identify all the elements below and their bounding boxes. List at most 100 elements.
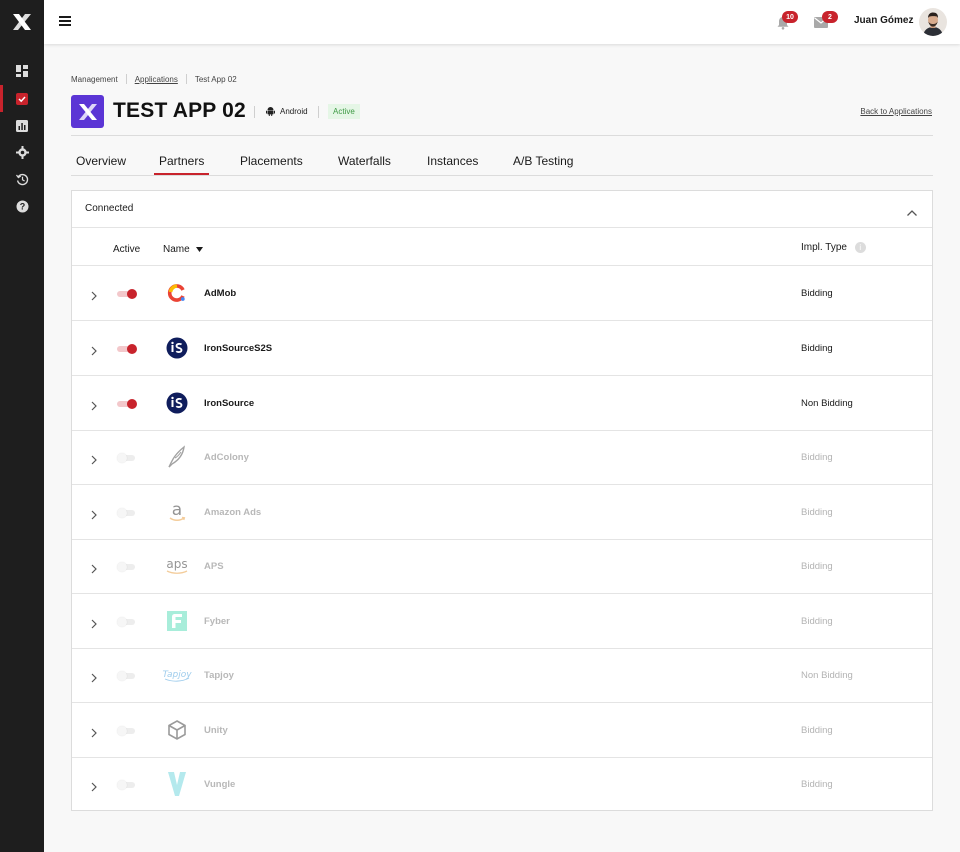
top-bar: 10 2 Juan Gómez [44,0,960,44]
chevron-right-icon[interactable] [89,670,99,683]
impl-type: Bidding [801,779,833,790]
dashboard-icon[interactable] [0,57,44,84]
table-row[interactable]: IronSource Non Bidding [72,376,932,431]
table-row[interactable]: IronSourceS2S Bidding [72,321,932,376]
panel-header[interactable]: Connected [72,191,932,228]
active-toggle[interactable] [117,780,137,790]
messages-count-badge: 2 [822,11,838,23]
adcolony-logo-icon [165,445,189,469]
active-toggle[interactable] [117,344,137,354]
partner-name: Unity [204,725,228,736]
active-toggle[interactable] [117,399,137,409]
x-brand-logo-icon[interactable] [0,0,44,44]
tab-placements[interactable]: Placements [240,154,303,168]
ironsource-logo-icon [165,336,189,360]
platform-indicator: Android [266,106,308,116]
impl-type: Bidding [801,507,833,518]
active-toggle[interactable] [117,726,137,736]
table-row[interactable]: Fyber Bidding [72,594,932,649]
breadcrumb-separator [125,74,127,84]
partner-name: Fyber [204,616,230,627]
chevron-right-icon[interactable] [89,288,99,301]
active-toggle[interactable] [117,671,137,681]
unity-logo-icon [165,718,189,742]
column-header-impl-type: Impl. Type i [801,242,866,253]
chevron-right-icon[interactable] [89,398,99,411]
tab-partners[interactable]: Partners [153,154,210,175]
messages-mail-icon[interactable]: 2 [814,11,838,31]
status-badge: Active [328,104,360,119]
chevron-right-icon[interactable] [89,725,99,738]
tab-instances[interactable]: Instances [427,154,478,168]
table-row[interactable]: AdColony Bidding [72,430,932,485]
active-toggle[interactable] [117,508,137,518]
tapjoy-logo-icon: Tapjoy [162,663,192,687]
impl-type: Bidding [801,616,833,627]
impl-type: Bidding [801,725,833,736]
user-name[interactable]: Juan Gómez [854,15,913,26]
table-row[interactable]: aps APS Bidding [72,539,932,594]
app-icon [71,95,104,128]
header-divider [254,106,255,118]
table-row[interactable]: AdMob Bidding [72,266,932,321]
amazon-logo-icon: a [165,500,189,524]
breadcrumb: Management Applications Test App 02 [71,74,237,84]
android-icon [266,107,275,116]
partner-name: APS [204,561,224,572]
table-row[interactable]: Tapjoy Tapjoy Non Bidding [72,648,932,703]
active-toggle[interactable] [117,562,137,572]
tab-overview[interactable]: Overview [76,154,126,168]
chevron-right-icon[interactable] [89,616,99,629]
impl-type: Bidding [801,452,833,463]
admob-logo-icon [165,281,189,305]
partner-name: AdMob [204,288,237,299]
chevron-right-icon[interactable] [89,507,99,520]
history-icon[interactable] [0,166,44,193]
svg-text:aps: aps [166,557,187,571]
sort-caret-down-icon[interactable] [196,246,204,252]
chevron-right-icon[interactable] [89,779,99,792]
fyber-logo-icon [165,609,189,633]
tab-waterfalls[interactable]: Waterfalls [338,154,391,168]
chevron-right-icon[interactable] [89,561,99,574]
active-toggle[interactable] [117,289,137,299]
page-title: TEST APP 02 [113,99,246,122]
breadcrumb-applications-link[interactable]: Applications [135,75,178,84]
chevron-right-icon[interactable] [89,343,99,356]
header-divider-line [71,135,933,136]
settings-gear-icon[interactable] [0,139,44,166]
active-toggle[interactable] [117,617,137,627]
analytics-icon[interactable] [0,112,44,139]
partner-name: Amazon Ads [204,507,262,518]
breadcrumb-separator [185,74,187,84]
breadcrumb-current: Test App 02 [194,74,237,84]
chevron-right-icon[interactable] [89,452,99,465]
avatar[interactable] [919,8,947,36]
chevron-up-icon[interactable] [906,204,918,216]
applications-icon[interactable] [0,85,44,112]
impl-type: Bidding [801,343,833,354]
table-header: Active Name Impl. Type i [72,228,932,266]
notifications-bell-icon[interactable]: 10 [776,11,798,31]
help-icon[interactable]: ? [0,193,44,220]
hamburger-menu-icon[interactable] [59,16,71,26]
table-row[interactable]: Unity Bidding [72,703,932,758]
column-header-name[interactable]: Name [163,244,204,255]
vungle-logo-icon [165,772,189,796]
partner-name: IronSource [204,398,255,409]
partner-name: Vungle [204,779,236,790]
tab-bar: Overview Partners Placements Waterfalls … [71,150,933,176]
tab-ab-testing[interactable]: A/B Testing [513,154,573,168]
info-icon[interactable]: i [854,242,866,253]
aps-logo-icon: aps [162,554,192,578]
active-toggle[interactable] [117,453,137,463]
header-divider [318,106,319,118]
sidebar: ? [0,0,44,852]
back-to-applications-link[interactable]: Back to Applications [860,107,932,116]
table-row[interactable]: a Amazon Ads Bidding [72,485,932,540]
column-header-impl-type-label: Impl. Type [801,242,847,254]
panel-title: Connected [85,203,134,214]
svg-text:?: ? [19,202,25,212]
table-row[interactable]: Vungle Bidding [72,757,932,812]
breadcrumb-management[interactable]: Management [71,75,118,84]
